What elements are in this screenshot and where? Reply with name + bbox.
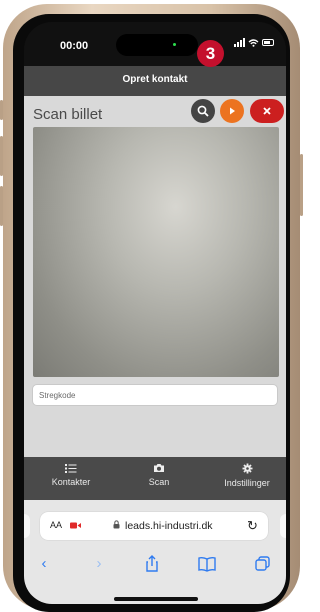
share-icon[interactable] bbox=[141, 555, 163, 573]
tab-contacts-label: Kontakter bbox=[51, 477, 91, 487]
recording-icon bbox=[70, 522, 81, 529]
forward-button[interactable]: › bbox=[88, 555, 110, 573]
search-button[interactable] bbox=[191, 99, 215, 123]
search-icon bbox=[197, 105, 209, 117]
status-time: 00:00 bbox=[60, 40, 89, 52]
list-icon bbox=[65, 464, 77, 473]
dynamic-island bbox=[116, 34, 198, 56]
bookmarks-icon[interactable] bbox=[196, 555, 218, 573]
play-button[interactable] bbox=[220, 99, 244, 123]
address-bar[interactable]: AA leads.hi-industri.dk ↻ bbox=[40, 512, 268, 540]
back-button[interactable]: ‹ bbox=[33, 555, 55, 573]
safari-toolbar: AA leads.hi-industri.dk ↻ ‹ › bbox=[24, 500, 286, 604]
home-indicator bbox=[114, 597, 198, 601]
phone-screen: 00:00 Opret kontakt Scan billet Stregkod… bbox=[24, 22, 286, 604]
lock-icon bbox=[113, 520, 120, 529]
volume-up-button bbox=[0, 136, 3, 176]
volume-down-button bbox=[0, 186, 3, 226]
status-bar: 00:00 bbox=[24, 22, 286, 66]
page-title: Opret kontakt bbox=[122, 74, 188, 85]
url-text: leads.hi-industri.dk bbox=[125, 520, 213, 532]
tab-contacts[interactable]: Kontakter bbox=[46, 463, 96, 487]
tab-scan-label: Scan bbox=[148, 477, 170, 487]
close-button[interactable] bbox=[250, 99, 284, 123]
tab-bar: Kontakter Scan Indstillinger bbox=[24, 457, 286, 500]
tabs-icon[interactable] bbox=[252, 555, 274, 573]
camera-preview bbox=[33, 127, 279, 377]
next-tab-peek[interactable] bbox=[280, 514, 286, 538]
app-header: Opret kontakt bbox=[24, 66, 286, 96]
action-button bbox=[0, 100, 3, 120]
scan-title: Scan billet bbox=[33, 106, 103, 123]
tab-settings[interactable]: Indstillinger bbox=[216, 463, 278, 488]
signal-icon bbox=[234, 38, 245, 47]
tab-settings-label: Indstillinger bbox=[224, 478, 270, 488]
text-size-button[interactable]: AA bbox=[50, 520, 62, 530]
scan-panel: Scan billet bbox=[24, 96, 286, 457]
battery-icon bbox=[262, 39, 274, 46]
power-button bbox=[300, 154, 303, 216]
gear-icon bbox=[242, 463, 252, 474]
status-icons bbox=[234, 38, 274, 47]
step-badge: 3 bbox=[197, 40, 224, 67]
previous-tab-peek[interactable] bbox=[24, 514, 30, 538]
reload-icon[interactable]: ↻ bbox=[247, 518, 258, 534]
wifi-icon bbox=[248, 38, 259, 47]
camera-indicator-icon bbox=[173, 43, 176, 46]
tab-scan[interactable]: Scan bbox=[134, 463, 184, 487]
close-icon bbox=[263, 107, 271, 115]
barcode-input[interactable] bbox=[32, 384, 278, 406]
play-icon bbox=[230, 107, 235, 115]
camera-icon bbox=[154, 464, 164, 472]
